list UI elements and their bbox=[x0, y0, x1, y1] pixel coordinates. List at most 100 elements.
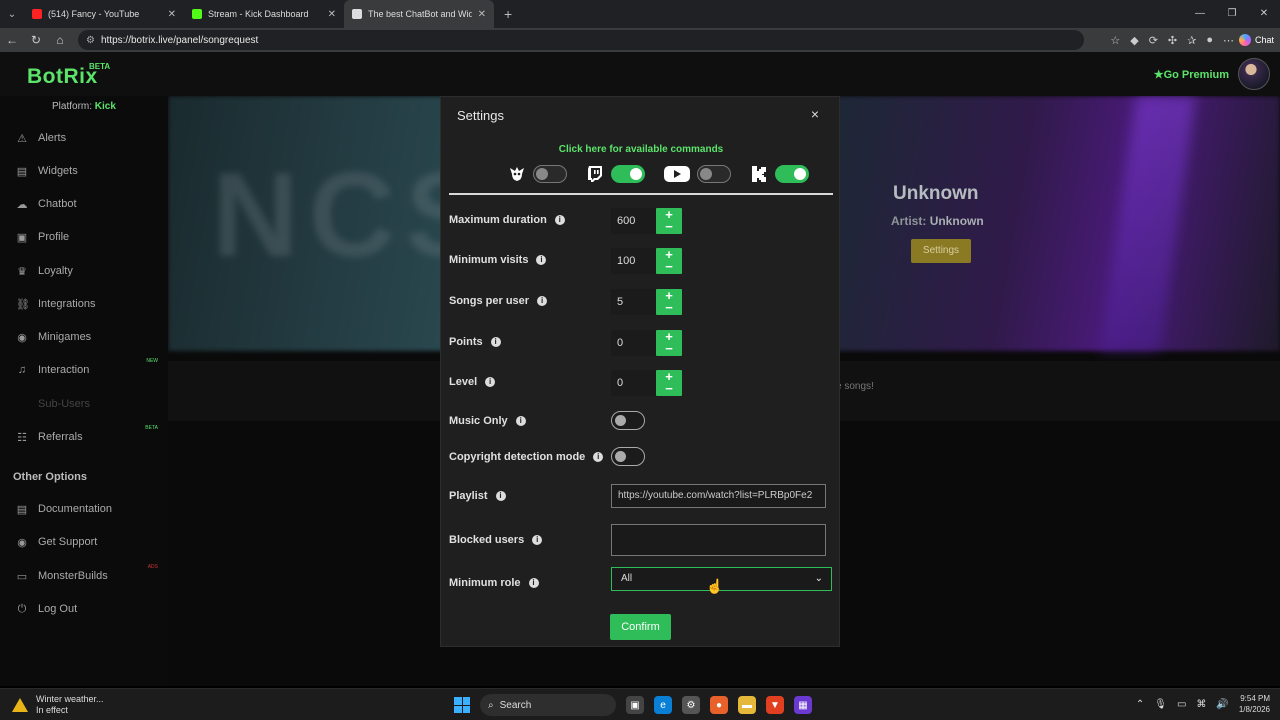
other-options-heading: Other Options bbox=[13, 471, 87, 483]
settings-app-icon[interactable]: ⚙ bbox=[682, 696, 700, 714]
artist-value: Unknown bbox=[929, 214, 984, 228]
brave-icon[interactable]: ▼ bbox=[766, 696, 784, 714]
sidebar-item-interaction[interactable]: ♫ Interaction NEW bbox=[16, 358, 166, 378]
info-icon[interactable]: i bbox=[536, 255, 547, 265]
microphone-icon[interactable]: 🎙 bbox=[1154, 699, 1167, 710]
minus-icon[interactable]: − bbox=[656, 220, 682, 233]
playlist-input[interactable]: https://youtube.com/watch?list=PLRBp0Fe2 bbox=[611, 484, 826, 508]
info-icon[interactable]: i bbox=[528, 578, 539, 588]
network-icon[interactable]: ⌘ bbox=[1196, 699, 1206, 710]
sidebar-item-log-out[interactable]: ⏻ Log Out bbox=[16, 601, 166, 617]
minimize-icon[interactable]: — bbox=[1184, 0, 1216, 28]
copilot-chat-button[interactable]: Chat bbox=[1238, 32, 1274, 48]
info-icon[interactable]: i bbox=[485, 377, 496, 387]
reload-icon[interactable]: ↻ bbox=[24, 33, 48, 47]
tab-kick-dashboard[interactable]: Stream - Kick Dashboard ✕ bbox=[184, 0, 344, 28]
twitch-toggle[interactable] bbox=[611, 165, 645, 183]
taskbar-search[interactable]: ⌕ Search bbox=[480, 694, 616, 716]
integrations-icon: ⛓ bbox=[16, 298, 30, 311]
minus-icon[interactable]: − bbox=[656, 342, 682, 355]
min-visits-stepper[interactable]: + − bbox=[656, 248, 682, 274]
back-icon[interactable]: ← bbox=[0, 33, 24, 47]
sidebar-item-loyalty[interactable]: ♛ Loyalty bbox=[16, 263, 166, 279]
profile-icon[interactable]: ● bbox=[1206, 34, 1213, 46]
info-icon[interactable]: i bbox=[490, 337, 501, 347]
minus-icon[interactable]: − bbox=[656, 260, 682, 273]
edge-icon[interactable]: e bbox=[654, 696, 672, 714]
extension-icon[interactable]: ◆ bbox=[1130, 34, 1138, 47]
puzzle-icon[interactable]: ✣ bbox=[1168, 34, 1177, 47]
commands-link[interactable]: Click here for available commands bbox=[441, 144, 841, 155]
songs-per-user-stepper[interactable]: + − bbox=[656, 289, 682, 315]
task-view-icon[interactable]: ▣ bbox=[626, 696, 644, 714]
clock[interactable]: 9:54 PM 1/8/2026 bbox=[1239, 693, 1270, 715]
close-icon[interactable]: × bbox=[811, 106, 819, 122]
points-stepper[interactable]: + − bbox=[656, 330, 682, 356]
open-settings-button[interactable]: Settings bbox=[911, 239, 971, 263]
songs-per-user-input[interactable]: 5 bbox=[611, 289, 657, 315]
level-input[interactable]: 0 bbox=[611, 370, 657, 396]
sidebar-item-widgets[interactable]: ▤ Widgets bbox=[16, 163, 166, 179]
url-field[interactable]: ⚙ https://botrix.live/panel/songrequest bbox=[78, 30, 1084, 50]
monitor-icon[interactable]: ▭ bbox=[1177, 699, 1186, 710]
info-icon[interactable]: i bbox=[532, 535, 543, 545]
more-icon[interactable]: ⋯ bbox=[1223, 34, 1234, 47]
kick-toggle[interactable] bbox=[775, 165, 809, 183]
chevron-up-icon[interactable]: ⌃ bbox=[1136, 699, 1144, 710]
sidebar-item-integrations[interactable]: ⛓ Integrations bbox=[16, 296, 166, 312]
tab-youtube[interactable]: (514) Fancy - YouTube ✕ bbox=[24, 0, 184, 28]
twitch-app-icon[interactable]: ▦ bbox=[794, 696, 812, 714]
go-premium-link[interactable]: ★Go Premium bbox=[1154, 68, 1229, 81]
botrix-toggle[interactable] bbox=[533, 165, 567, 183]
minus-icon[interactable]: − bbox=[656, 301, 682, 314]
tab-botrix[interactable]: The best ChatBot and Widgets for ✕ bbox=[344, 0, 494, 28]
copyright-toggle[interactable] bbox=[611, 447, 645, 466]
level-stepper[interactable]: + − bbox=[656, 370, 682, 396]
start-icon[interactable] bbox=[454, 697, 470, 713]
max-duration-stepper[interactable]: + − bbox=[656, 208, 682, 234]
favorite-star-icon[interactable]: ☆ bbox=[1110, 34, 1120, 47]
info-icon[interactable]: i bbox=[537, 296, 548, 306]
site-info-icon[interactable]: ⚙ bbox=[86, 35, 95, 46]
sidebar-item-alerts[interactable]: ⚠ Alerts bbox=[16, 130, 166, 146]
info-icon[interactable]: i bbox=[554, 215, 565, 225]
close-tab-icon[interactable]: ✕ bbox=[478, 9, 486, 20]
points-input[interactable]: 0 bbox=[611, 330, 657, 356]
tab-list-icon[interactable]: ⌄ bbox=[0, 0, 24, 28]
weather-title: Winter weather... bbox=[36, 694, 104, 704]
avatar[interactable] bbox=[1238, 58, 1270, 90]
file-explorer-icon[interactable]: ▬ bbox=[738, 696, 756, 714]
music-only-toggle[interactable] bbox=[611, 411, 645, 430]
refresh-extension-icon[interactable]: ⟳ bbox=[1149, 34, 1158, 47]
sidebar-item-get-support[interactable]: ◉ Get Support bbox=[16, 534, 166, 550]
divider bbox=[449, 193, 833, 195]
sidebar-item-profile[interactable]: ▣ Profile bbox=[16, 229, 166, 245]
info-icon[interactable]: i bbox=[593, 452, 604, 462]
close-tab-icon[interactable]: ✕ bbox=[328, 9, 336, 20]
sidebar-item-monsterbuilds[interactable]: ▭ MonsterBuilds ADS bbox=[16, 564, 166, 584]
minus-icon[interactable]: − bbox=[656, 382, 682, 395]
info-icon[interactable]: i bbox=[515, 416, 526, 426]
max-duration-input[interactable]: 600 bbox=[611, 208, 657, 234]
confirm-button[interactable]: Confirm bbox=[610, 614, 671, 640]
brand-logo[interactable]: BotRix bbox=[27, 65, 98, 89]
sidebar-item-sub-users[interactable]: Sub-Users bbox=[16, 396, 166, 412]
weather-widget[interactable]: Winter weather... In effect bbox=[12, 694, 104, 716]
sidebar-item-minigames[interactable]: ◉ Minigames bbox=[16, 329, 166, 345]
volume-icon[interactable]: 🔊 bbox=[1216, 699, 1228, 710]
sidebar-item-documentation[interactable]: ▤ Documentation bbox=[16, 501, 166, 517]
restore-icon[interactable]: ❐ bbox=[1216, 0, 1248, 28]
min-role-row: Minimum role i All ⌄ bbox=[449, 567, 839, 593]
min-visits-input[interactable]: 100 bbox=[611, 248, 657, 274]
blocked-users-input[interactable] bbox=[611, 524, 826, 556]
home-icon[interactable]: ⌂ bbox=[48, 33, 72, 47]
sidebar-item-referrals[interactable]: ☷ Referrals BETA bbox=[16, 425, 166, 445]
new-tab-icon[interactable]: + bbox=[504, 6, 512, 22]
info-icon[interactable]: i bbox=[495, 491, 506, 501]
firefox-icon[interactable]: ● bbox=[710, 696, 728, 714]
sidebar-item-chatbot[interactable]: ☁ Chatbot bbox=[16, 196, 166, 212]
close-tab-icon[interactable]: ✕ bbox=[168, 9, 176, 20]
favorites-icon[interactable]: ✰ bbox=[1187, 34, 1196, 47]
youtube-toggle[interactable] bbox=[697, 165, 731, 183]
close-window-icon[interactable]: ✕ bbox=[1248, 0, 1280, 28]
